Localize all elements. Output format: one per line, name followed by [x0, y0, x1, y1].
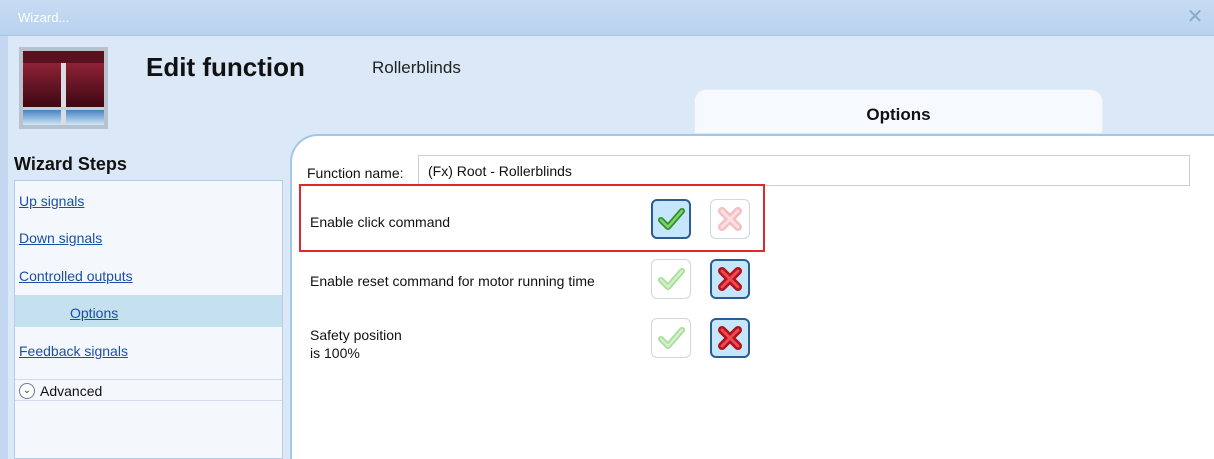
- option-label-safety-line1: Safety position: [310, 327, 402, 343]
- advanced-expander[interactable]: ⌄ Advanced: [15, 379, 282, 401]
- advanced-label: Advanced: [40, 383, 103, 399]
- sidebar-item-options[interactable]: Options: [15, 295, 282, 327]
- window-titlebar: Wizard... ✕: [0, 0, 1214, 36]
- sidebar-item-label[interactable]: Feedback signals: [19, 343, 128, 359]
- check-icon: [658, 268, 685, 290]
- reset-command-no-button[interactable]: [710, 259, 750, 299]
- tab-options-label: Options: [866, 105, 931, 124]
- option-label-click-command: Enable click command: [310, 214, 451, 230]
- enable-click-no-button[interactable]: [710, 199, 750, 239]
- function-name-label: Function name:: [307, 165, 404, 181]
- wizard-steps-heading: Wizard Steps: [14, 154, 127, 174]
- option-label-reset-command: Enable reset command for motor running t…: [310, 273, 595, 289]
- sidebar-item-controlled-outputs[interactable]: Controlled outputs: [15, 258, 282, 290]
- safety-position-no-button[interactable]: [710, 318, 750, 358]
- sidebar-item-feedback-signals[interactable]: Feedback signals: [15, 333, 282, 365]
- cross-icon: [718, 326, 742, 350]
- cross-icon: [718, 207, 742, 231]
- sidebar-item-label[interactable]: Options: [70, 305, 118, 321]
- sidebar-item-label[interactable]: Up signals: [19, 193, 84, 209]
- sidebar-item-down-signals[interactable]: Down signals: [15, 220, 282, 252]
- safety-position-yes-button[interactable]: [651, 318, 691, 358]
- sidebar: Up signals Down signals Controlled outpu…: [14, 180, 283, 459]
- sidebar-item-label[interactable]: Down signals: [19, 230, 102, 246]
- window-frame: [0, 36, 8, 459]
- rollerblind-icon: [19, 47, 108, 129]
- close-icon[interactable]: ✕: [1184, 6, 1206, 28]
- page-subtitle: Rollerblinds: [372, 58, 461, 77]
- reset-command-yes-button[interactable]: [651, 259, 691, 299]
- function-name-input[interactable]: [418, 155, 1190, 186]
- check-icon: [658, 327, 685, 349]
- cross-icon: [718, 267, 742, 291]
- option-label-safety-line2: is 100%: [310, 345, 360, 361]
- window-title: Wizard...: [18, 10, 70, 25]
- page-title: Edit function: [146, 52, 305, 82]
- tab-options[interactable]: Options: [694, 89, 1103, 133]
- chevron-down-icon[interactable]: ⌄: [19, 383, 35, 399]
- sidebar-item-label[interactable]: Controlled outputs: [19, 268, 133, 284]
- sidebar-item-up-signals[interactable]: Up signals: [15, 183, 282, 215]
- enable-click-yes-button[interactable]: [651, 199, 691, 239]
- check-icon: [658, 208, 685, 230]
